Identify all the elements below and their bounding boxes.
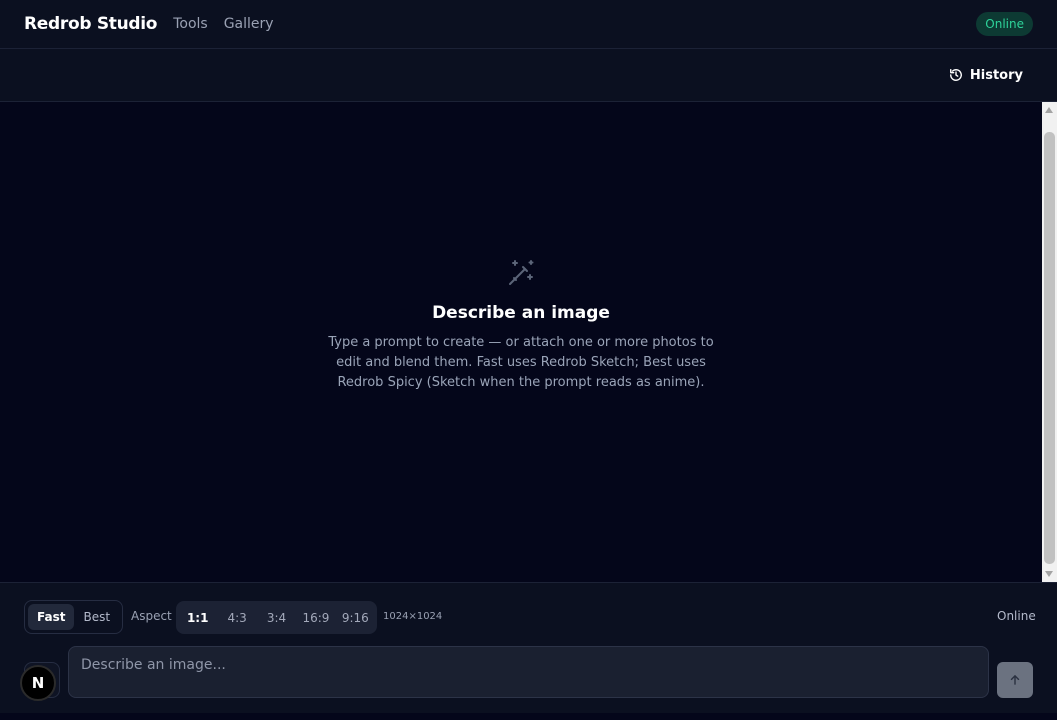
- avatar-letter: N: [31, 674, 45, 692]
- send-button[interactable]: [997, 662, 1033, 698]
- empty-title: Describe an image: [432, 303, 610, 323]
- avatar[interactable]: N: [20, 665, 56, 701]
- history-icon: [949, 69, 962, 81]
- magic-wand-icon: [509, 260, 534, 285]
- status-badge: Online: [976, 12, 1033, 36]
- empty-description: Type a prompt to create — or attach one …: [328, 335, 714, 390]
- history-bar: History: [0, 49, 1057, 102]
- nav-gallery[interactable]: Gallery: [224, 16, 274, 32]
- scroll-up-arrow[interactable]: [1045, 107, 1053, 113]
- nav-tools[interactable]: Tools: [173, 16, 208, 32]
- brand-logo[interactable]: Redrob Studio: [24, 14, 158, 34]
- aspect-1-1-button[interactable]: 1:1: [178, 611, 217, 625]
- empty-state: Describe an image Type a prompt to creat…: [300, 257, 742, 393]
- mode-best-button[interactable]: Best: [74, 604, 119, 630]
- aspect-9-16-button[interactable]: 9:16: [336, 611, 375, 625]
- bottom-strip: [0, 713, 1057, 720]
- aspect-3-4-button[interactable]: 3:4: [257, 611, 296, 625]
- aspect-selector: 1:1 4:3 3:4 16:9 9:16: [176, 601, 377, 634]
- history-button[interactable]: History: [949, 68, 1023, 83]
- top-nav: Redrob Studio Tools Gallery Online: [0, 0, 1057, 49]
- prompt-input[interactable]: [68, 646, 989, 698]
- status-text: Online: [997, 609, 1036, 623]
- mode-fast-button[interactable]: Fast: [28, 604, 75, 630]
- composer: Fast Best Aspect 1:1 4:3 3:4 16:9 9:16 1…: [0, 582, 1057, 713]
- dimensions-readout: 1024×1024: [383, 611, 443, 622]
- scroll-thumb[interactable]: [1044, 132, 1055, 564]
- canvas-area: Describe an image Type a prompt to creat…: [0, 102, 1042, 582]
- aspect-label: Aspect: [131, 609, 172, 623]
- mode-toggle: Fast Best: [24, 600, 123, 634]
- aspect-4-3-button[interactable]: 4:3: [217, 611, 256, 625]
- scrollbar[interactable]: [1042, 102, 1057, 582]
- arrow-up-icon: [1010, 675, 1020, 685]
- scroll-down-arrow[interactable]: [1045, 571, 1053, 577]
- aspect-16-9-button[interactable]: 16:9: [296, 611, 335, 625]
- history-label: History: [969, 67, 1023, 83]
